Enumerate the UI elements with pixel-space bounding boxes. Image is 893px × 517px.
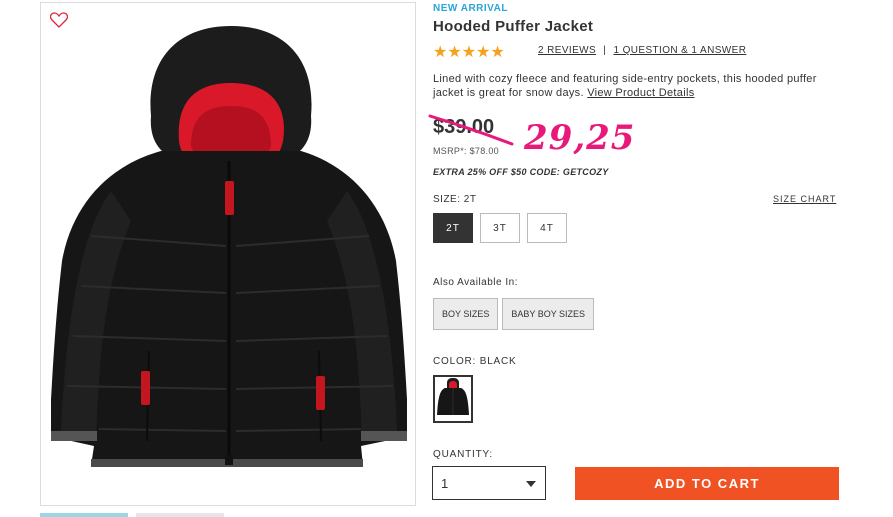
jacket-thumbnail-icon xyxy=(437,378,469,415)
color-swatch-black[interactable] xyxy=(433,375,473,423)
size-label: SIZE: 2T xyxy=(433,194,477,205)
quantity-label: QUANTITY: xyxy=(433,449,493,460)
color-label: COLOR: BLACK xyxy=(433,356,517,367)
questions-link[interactable]: 1 QUESTION & 1 ANSWER xyxy=(613,45,746,56)
also-available-label: Also Available In: xyxy=(433,277,518,288)
product-description: Lined with cozy fleece and featuring sid… xyxy=(433,72,843,100)
quantity-value: 1 xyxy=(441,476,449,491)
size-option-3t[interactable]: 3T xyxy=(480,213,520,243)
thumbnail-indicator[interactable] xyxy=(136,513,224,517)
view-details-link[interactable]: View Product Details xyxy=(587,87,694,99)
baby-boy-sizes-button[interactable]: BABY BOY SIZES xyxy=(502,298,595,330)
handwritten-new-price: 29,25 xyxy=(524,118,636,158)
product-title: Hooded Puffer Jacket xyxy=(433,18,594,35)
size-chart-link[interactable]: SIZE CHART xyxy=(773,194,836,204)
links-separator: | xyxy=(603,45,607,56)
jacket-image xyxy=(51,26,407,467)
msrp-price: MSRP*: $78.00 xyxy=(433,146,499,156)
boy-sizes-button[interactable]: BOY SIZES xyxy=(433,298,499,330)
add-to-cart-button[interactable]: ADD TO CART xyxy=(575,467,839,500)
new-arrival-badge: NEW ARRIVAL xyxy=(433,3,508,14)
review-links: 2 REVIEWS | 1 QUESTION & 1 ANSWER xyxy=(538,45,746,56)
quantity-select[interactable]: 1 xyxy=(432,466,546,500)
strikethrough-mark xyxy=(428,114,514,146)
product-image-container xyxy=(40,2,416,506)
chevron-down-icon xyxy=(526,481,536,487)
thumbnail-indicator-active[interactable] xyxy=(40,513,128,517)
size-options: 2T 3T 4T xyxy=(433,213,567,243)
size-option-2t[interactable]: 2T xyxy=(433,213,473,243)
promo-text: EXTRA 25% OFF $50 CODE: GETCOZY xyxy=(433,167,609,177)
reviews-link[interactable]: 2 REVIEWS xyxy=(538,45,596,56)
also-available-options: BOY SIZES BABY BOY SIZES xyxy=(433,298,595,330)
rating-stars[interactable]: ★★★★★ xyxy=(433,42,505,62)
size-option-4t[interactable]: 4T xyxy=(527,213,567,243)
